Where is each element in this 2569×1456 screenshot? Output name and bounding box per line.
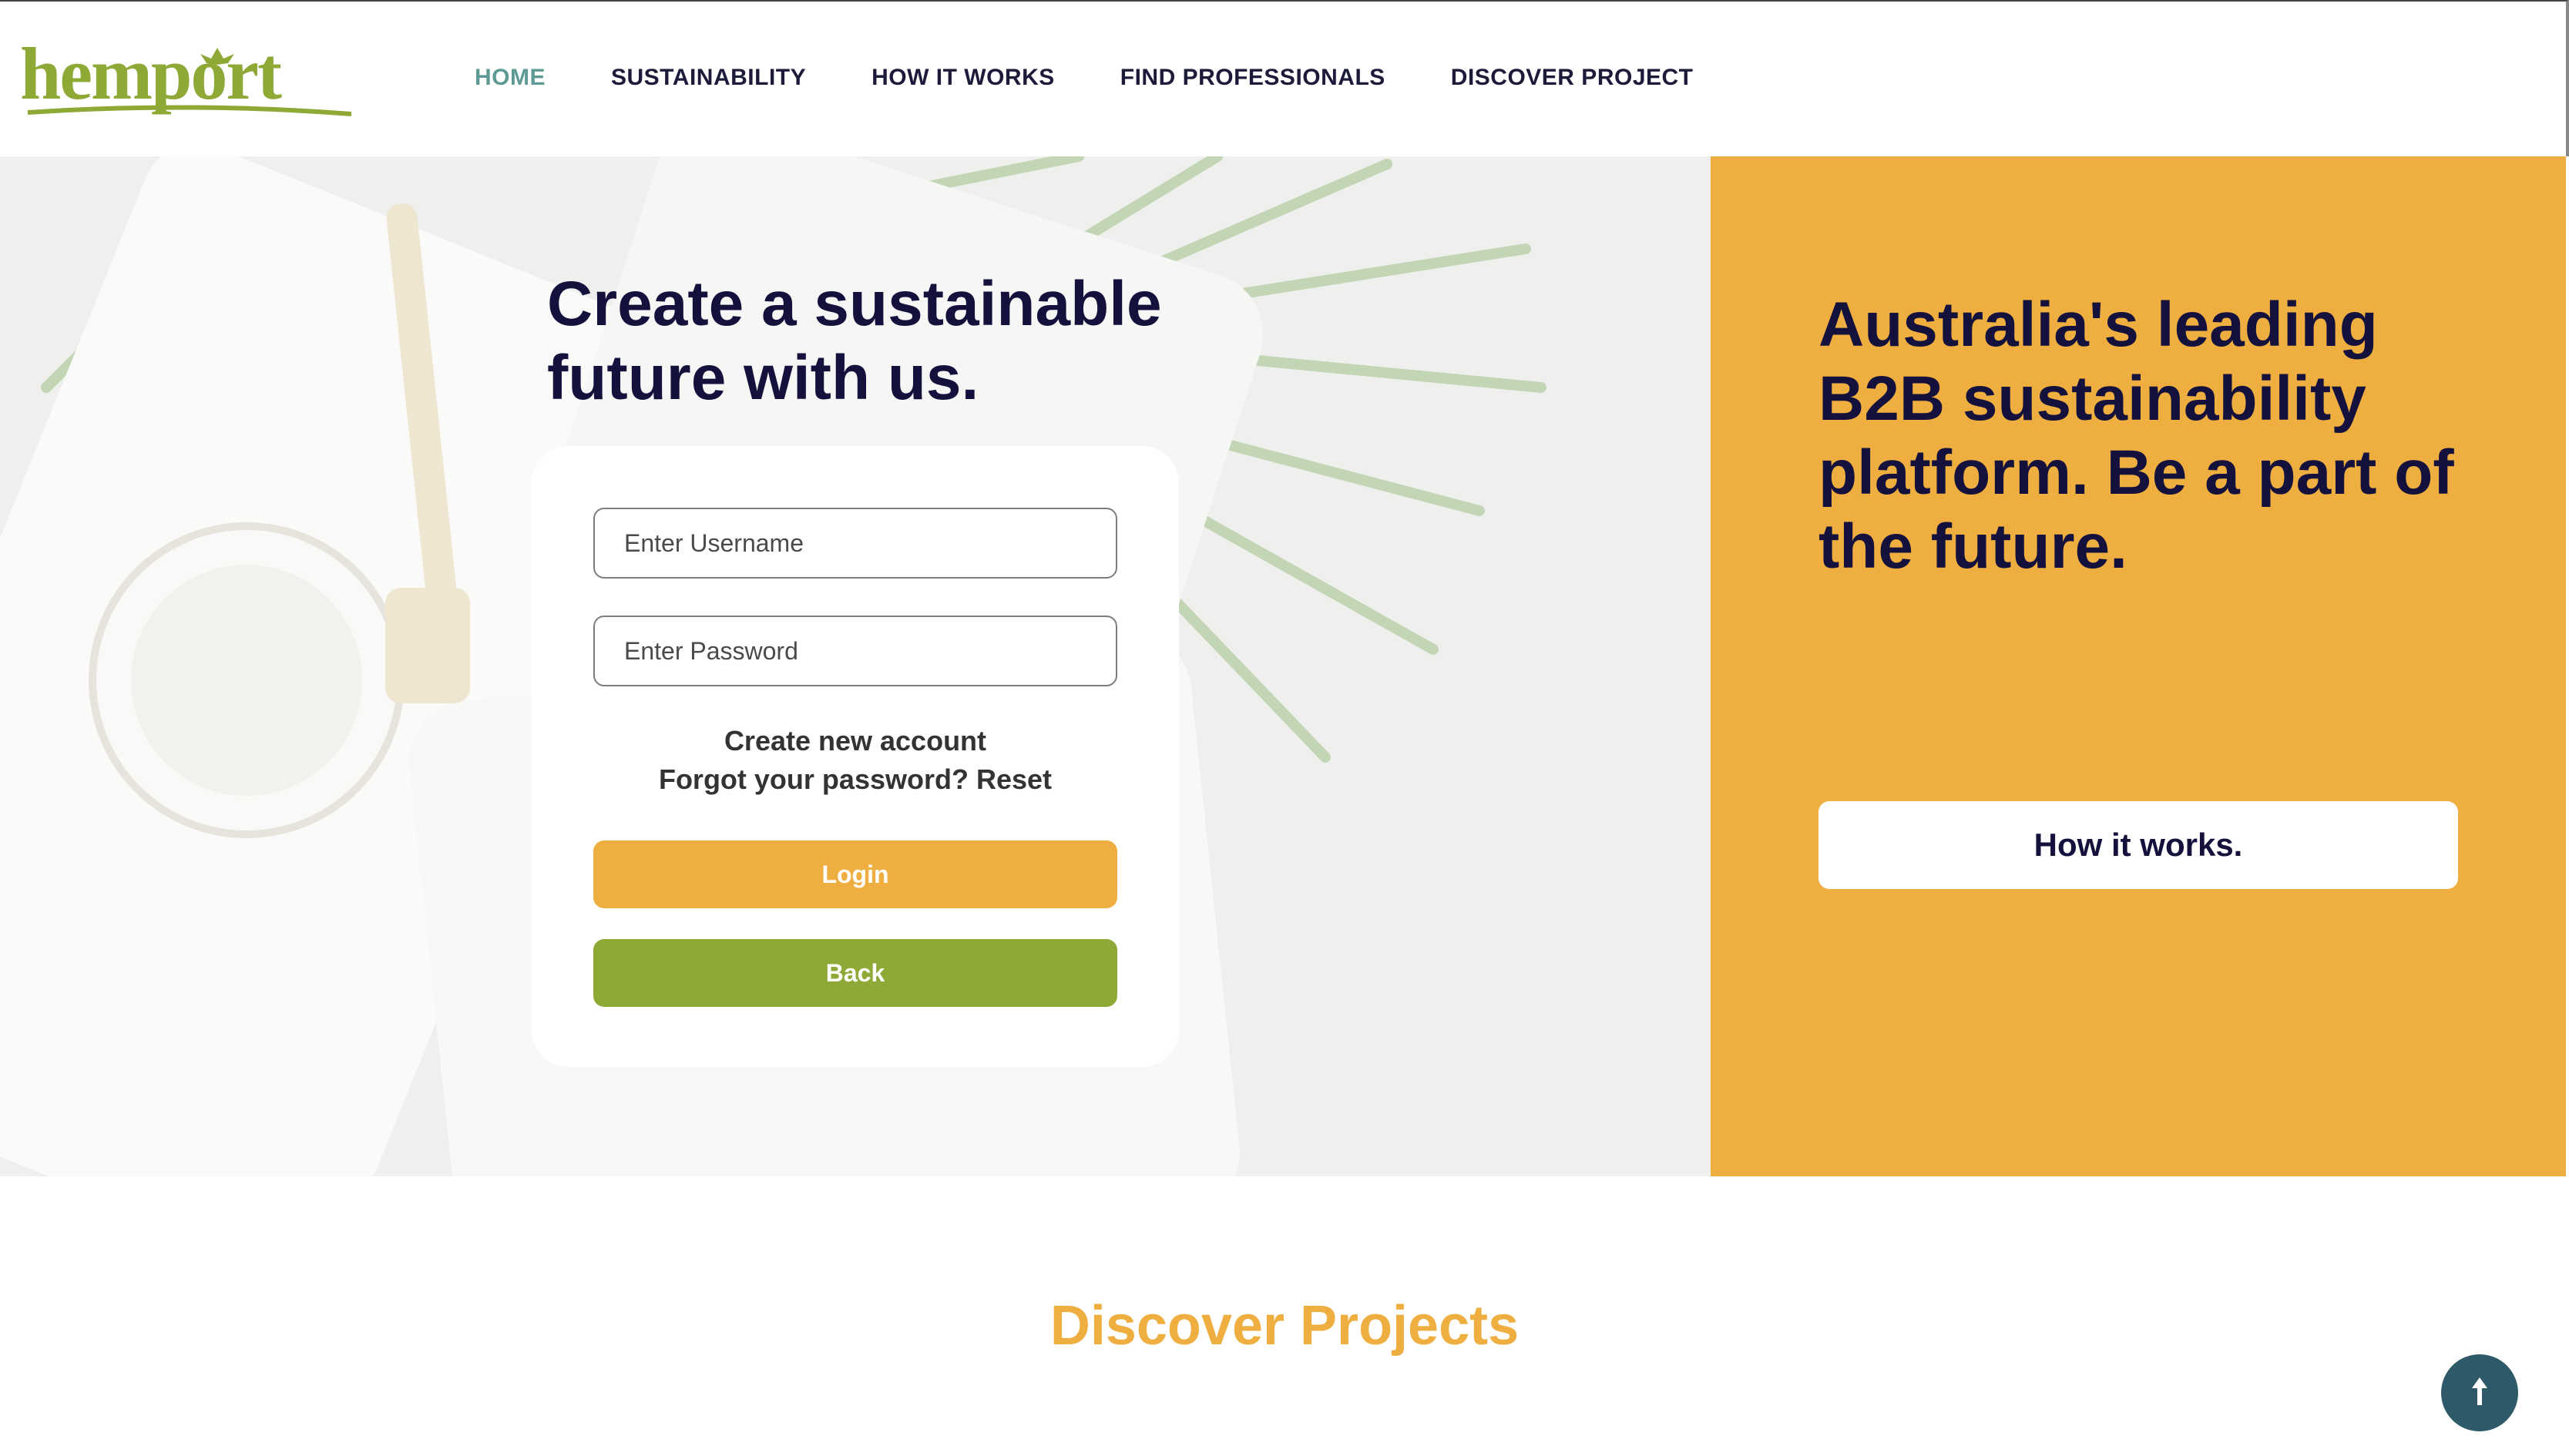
hero-title-line-2: future with us. [547, 343, 979, 413]
main-nav: HOME SUSTAINABILITY HOW IT WORKS FIND PR… [475, 65, 1759, 91]
discover-projects-heading: Discover Projects [1049, 1295, 1520, 1357]
login-button[interactable]: Login [593, 840, 1117, 908]
nav-find-professionals[interactable]: FIND PROFESSIONALS [1120, 65, 1385, 91]
hero-title-line-1: Create a sustainable [547, 269, 1162, 339]
promo-text: Australia's leading B2B sustainability p… [1818, 290, 2454, 582]
hero-title: Create a sustainable future with us. [547, 267, 1241, 415]
nav-home[interactable]: HOME [475, 65, 546, 91]
site-header: hemport HOME SUSTAINABILITY HOW IT WORKS… [0, 0, 2569, 156]
forgot-password-link[interactable]: Forgot your password? Reset [532, 763, 1179, 796]
password-input[interactable] [593, 616, 1117, 686]
nav-how-it-works[interactable]: HOW IT WORKS [871, 65, 1055, 91]
hero-section: Create a sustainable future with us. Cre… [0, 156, 1711, 1176]
create-account-link[interactable]: Create new account [532, 725, 1179, 757]
scroll-to-top-button[interactable] [2441, 1354, 2518, 1431]
how-it-works-button[interactable]: How it works. [1818, 801, 2458, 889]
hemport-logo[interactable]: hemport [20, 35, 359, 128]
nav-sustainability[interactable]: SUSTAINABILITY [611, 65, 806, 91]
nav-discover-project[interactable]: DISCOVER PROJECT [1451, 65, 1694, 91]
arrow-up-icon [2472, 1377, 2487, 1405]
back-button[interactable]: Back [593, 939, 1117, 1007]
username-input[interactable] [593, 508, 1117, 579]
login-card: Create new account Forgot your password?… [532, 446, 1179, 1067]
svg-text:hemport: hemport [20, 35, 282, 115]
